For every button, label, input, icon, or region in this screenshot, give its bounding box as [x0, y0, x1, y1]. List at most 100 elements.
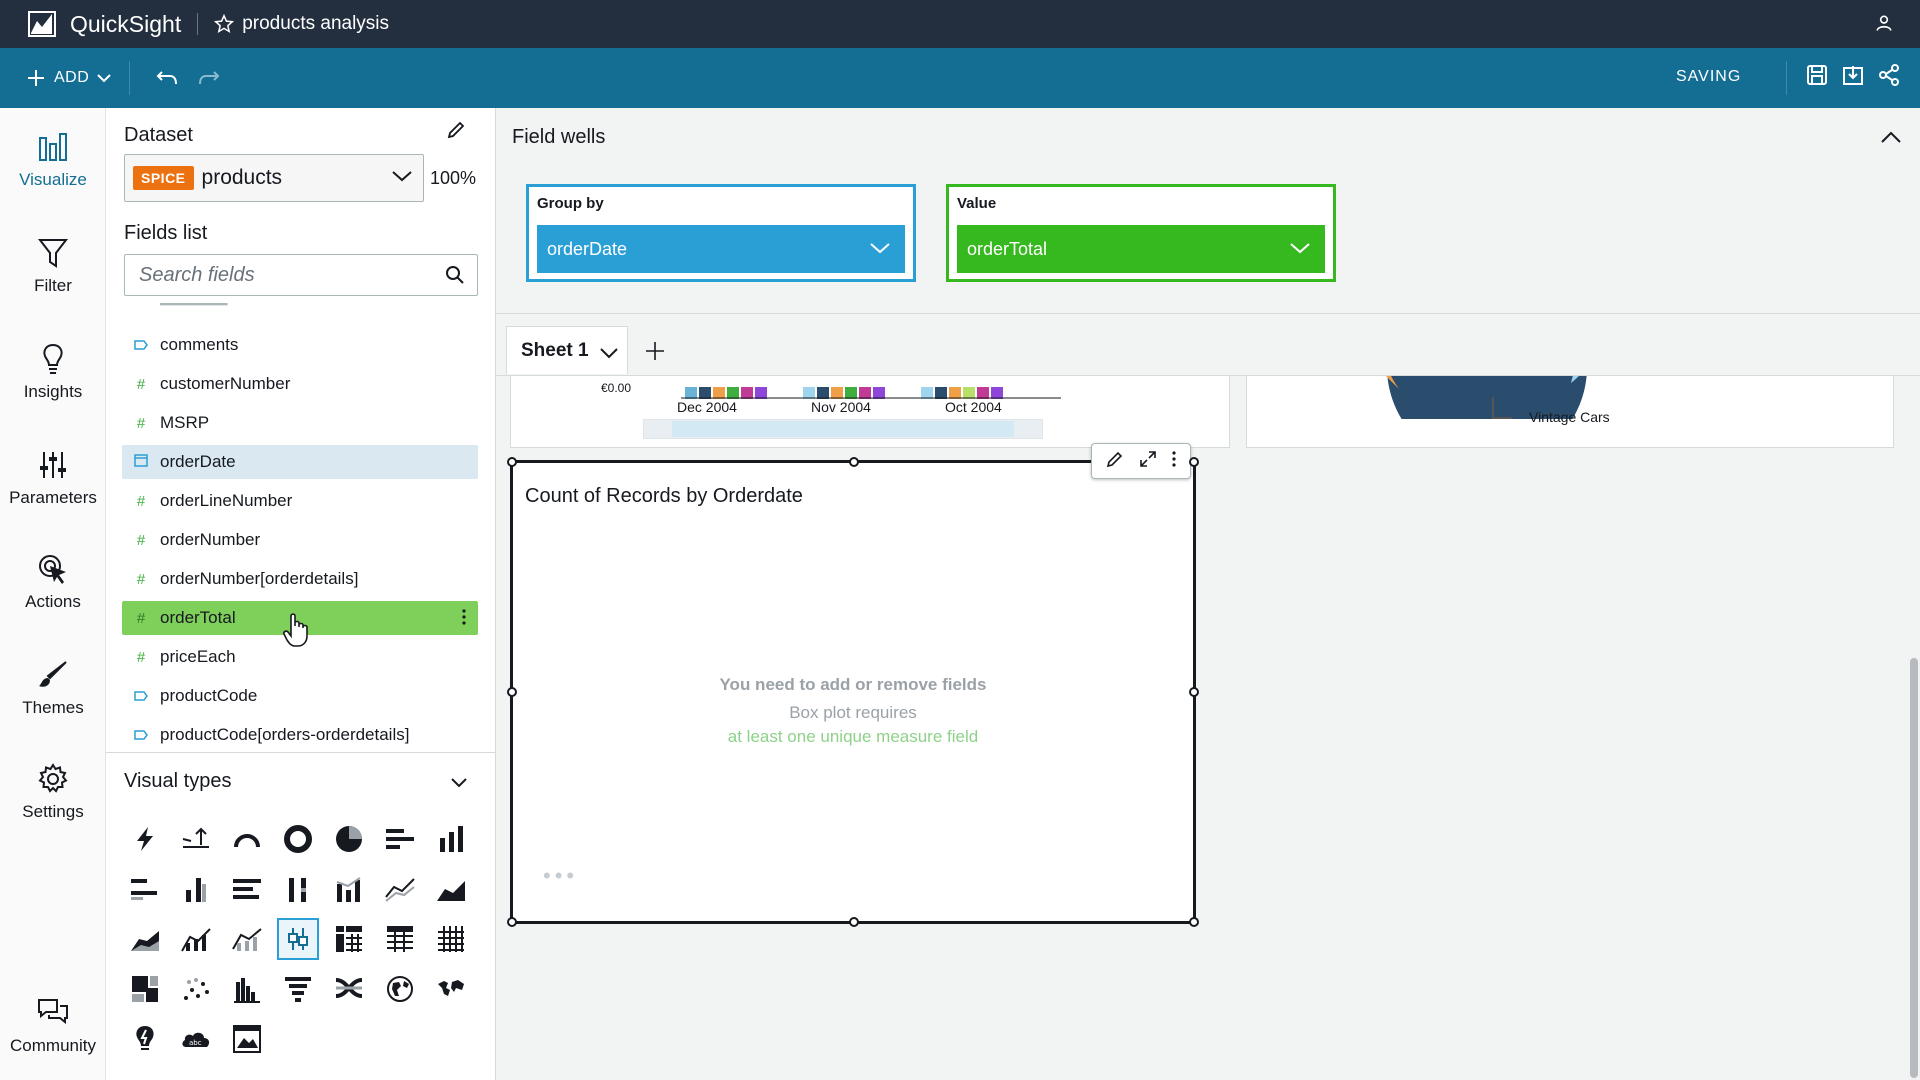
more-options-icon[interactable] [462, 609, 466, 630]
filled-map-icon[interactable] [430, 968, 472, 1010]
resize-handle[interactable] [507, 457, 517, 467]
empty-visual-message: You need to add or remove fields [719, 675, 987, 694]
autograph-icon[interactable] [124, 818, 166, 860]
more-options-icon[interactable] [1172, 450, 1176, 472]
resize-handle[interactable] [1189, 687, 1199, 697]
quicksight-logo-icon[interactable] [28, 11, 58, 37]
vertical-bar-icon[interactable] [430, 818, 472, 860]
heat-map-icon[interactable] [430, 918, 472, 960]
chevron-down-icon[interactable] [450, 776, 468, 794]
stacked-column-icon[interactable] [277, 868, 319, 910]
save-icon[interactable] [1806, 64, 1828, 91]
rail-item-actions[interactable]: Actions [0, 552, 106, 612]
rail-item-visualize[interactable]: Visualize [0, 130, 106, 190]
resize-handle[interactable] [849, 457, 859, 467]
field-item-ordernumber-orderdetails[interactable]: # orderNumber[orderdetails] [122, 562, 478, 596]
dataset-select[interactable]: SPICE products [124, 154, 424, 202]
export-icon[interactable] [1842, 64, 1864, 91]
well-label: Value [957, 195, 997, 212]
tab-sheet-1[interactable]: Sheet 1 [506, 326, 628, 374]
expand-icon[interactable] [1139, 450, 1157, 473]
resize-handle[interactable] [1189, 917, 1199, 927]
redo-icon[interactable] [198, 70, 220, 86]
combo-chart-icon[interactable] [328, 868, 370, 910]
add-button[interactable]: ADD [26, 68, 111, 88]
field-item-customernumber[interactable]: # customerNumber [122, 367, 478, 401]
combo-line-bar-icon[interactable] [226, 918, 268, 960]
y-axis-tick: €0.00 [601, 381, 632, 395]
lightbulb-icon [43, 343, 63, 374]
rail-item-settings[interactable]: Settings [0, 762, 106, 822]
box-plot-icon[interactable] [277, 918, 319, 960]
custom-visual-icon[interactable] [226, 1018, 268, 1060]
gauge-icon[interactable] [226, 818, 268, 860]
rail-item-community[interactable]: Community [0, 996, 106, 1056]
clustered-bar-icon[interactable] [124, 868, 166, 910]
table-icon[interactable] [379, 918, 421, 960]
chevron-up-icon[interactable] [1880, 130, 1902, 149]
user-icon[interactable] [1874, 13, 1894, 38]
group-by-field-pill[interactable]: orderDate [537, 225, 905, 273]
funnel-chart-icon[interactable] [277, 968, 319, 1010]
add-sheet-plus-icon[interactable] [644, 340, 666, 367]
spice-usage-percent: 100% [430, 168, 477, 188]
field-item-orderlinenumber[interactable]: # orderLineNumber [122, 484, 478, 518]
rail-item-themes[interactable]: Themes [0, 658, 106, 718]
donut-chart-icon[interactable] [277, 818, 319, 860]
chevron-down-icon [869, 239, 891, 260]
measure-hash-icon: # [136, 570, 146, 588]
search-fields-input[interactable]: Search fields [124, 254, 478, 296]
pie-chart-icon[interactable] [328, 818, 370, 860]
undo-icon[interactable] [156, 70, 178, 86]
scrollbar-thumb[interactable] [672, 421, 1014, 437]
tree-map-icon[interactable] [124, 968, 166, 1010]
sankey-icon[interactable] [328, 968, 370, 1010]
value-well[interactable]: Value orderTotal [946, 184, 1336, 282]
histogram-icon[interactable] [226, 968, 268, 1010]
visual-card-box-plot[interactable]: Count of Records by Orderdate You need t… [507, 443, 1199, 927]
globe-map-icon[interactable] [379, 968, 421, 1010]
chart-scrollbar[interactable] [643, 419, 1043, 439]
clustered-column-icon[interactable] [175, 868, 217, 910]
percent-area-icon[interactable] [175, 918, 217, 960]
scatter-plot-icon[interactable] [175, 968, 217, 1010]
field-item-ordernumber[interactable]: # orderNumber [122, 523, 478, 557]
sheet-canvas: €0.00 Dec 2004 Nov 2004 Oct 2004 Vintage… [496, 376, 1920, 1080]
resize-handle[interactable] [507, 917, 517, 927]
field-item-comments[interactable]: comments [122, 328, 478, 362]
measure-hash-icon: # [136, 609, 146, 627]
visual-card-pie-chart[interactable]: Vintage Cars [1246, 376, 1894, 448]
edit-pencil-icon[interactable] [446, 120, 466, 145]
pivot-table-icon[interactable] [328, 918, 370, 960]
horizontal-bar-icon[interactable] [379, 818, 421, 860]
stacked-bar-icon[interactable] [226, 868, 268, 910]
word-cloud-icon[interactable]: abc [175, 1018, 217, 1060]
field-item-productcode-orders-orderdetails[interactable]: productCode[orders-orderdetails] [122, 718, 478, 752]
rail-item-filter[interactable]: Filter [0, 236, 106, 296]
resize-handle[interactable] [1189, 457, 1199, 467]
resize-handle[interactable] [849, 917, 859, 927]
rail-item-insights[interactable]: Insights [0, 342, 106, 402]
area-chart-icon[interactable] [430, 868, 472, 910]
field-item-productcode[interactable]: productCode [122, 679, 478, 713]
vertical-scrollbar[interactable] [1910, 658, 1918, 1078]
line-chart-icon[interactable] [379, 868, 421, 910]
kpi-icon[interactable] [175, 818, 217, 860]
favorite-star-icon[interactable] [214, 14, 235, 34]
brush-icon [39, 661, 67, 687]
stacked-area-icon[interactable] [124, 918, 166, 960]
visual-card-bar-chart[interactable]: €0.00 Dec 2004 Nov 2004 Oct 2004 [510, 376, 1230, 448]
edit-pencil-icon[interactable] [1106, 450, 1124, 473]
insight-icon[interactable] [124, 1018, 166, 1060]
chevron-down-icon[interactable] [599, 343, 619, 365]
rail-item-parameters[interactable]: Parameters [0, 448, 106, 508]
resize-handle[interactable] [507, 687, 517, 697]
value-field-pill[interactable]: orderTotal [957, 225, 1325, 273]
pie-slice-label: Vintage Cars [1529, 409, 1610, 425]
field-item-orderdate[interactable]: orderDate [122, 445, 478, 479]
group-by-well[interactable]: Group by orderDate [526, 184, 916, 282]
share-icon[interactable] [1878, 64, 1900, 91]
visual-types-title: Visual types [124, 770, 232, 792]
field-item-msrp[interactable]: # MSRP [122, 406, 478, 440]
analysis-title[interactable]: products analysis [242, 13, 389, 35]
